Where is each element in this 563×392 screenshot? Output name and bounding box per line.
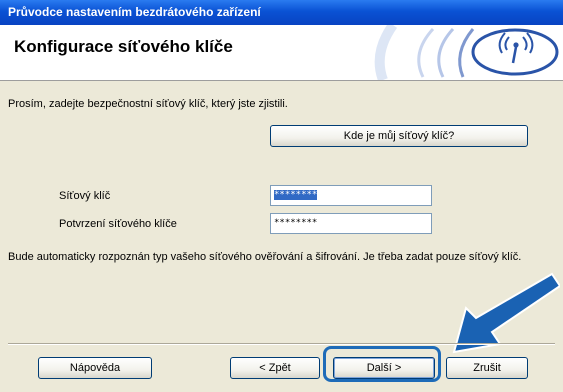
network-key-value: ******** bbox=[274, 190, 318, 200]
back-button[interactable]: < Zpět bbox=[230, 357, 320, 379]
cancel-button[interactable]: Zrušit bbox=[446, 357, 528, 379]
wireless-signal-icon bbox=[374, 25, 559, 80]
title-bar[interactable]: Průvodce nastavením bezdrátového zařízen… bbox=[0, 0, 563, 25]
footer-divider bbox=[8, 343, 555, 345]
info-note: Bude automaticky rozpoznán typ vašeho sí… bbox=[8, 251, 522, 263]
confirm-key-input[interactable]: ******** bbox=[270, 213, 432, 234]
confirm-key-value: ******** bbox=[274, 218, 318, 228]
next-button[interactable]: Další > bbox=[333, 357, 435, 379]
where-is-key-button[interactable]: Kde je můj síťový klíč? bbox=[270, 125, 528, 147]
window-title: Průvodce nastavením bezdrátového zařízen… bbox=[8, 5, 261, 19]
wizard-header: Konfigurace síťového klíče bbox=[0, 25, 563, 81]
network-key-input[interactable]: ******** bbox=[270, 185, 432, 206]
wizard-window: Průvodce nastavením bezdrátového zařízen… bbox=[0, 0, 563, 392]
instruction-text: Prosím, zadejte bezpečnostní síťový klíč… bbox=[8, 98, 288, 110]
page-title: Konfigurace síťového klíče bbox=[14, 37, 233, 56]
confirm-key-label: Potvrzení síťového klíče bbox=[59, 218, 177, 230]
network-key-label: Síťový klíč bbox=[59, 190, 111, 202]
help-button[interactable]: Nápověda bbox=[38, 357, 152, 379]
